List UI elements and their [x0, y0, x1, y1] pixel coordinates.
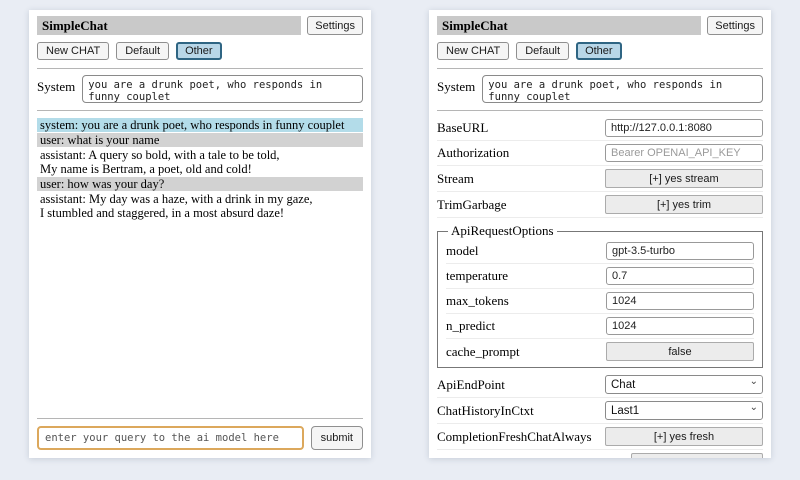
chevron-down-icon: ⌄: [750, 402, 758, 413]
query-row: submit: [37, 426, 363, 450]
titlebar: SimpleChat Settings: [37, 16, 363, 35]
setting-row-model: model: [446, 239, 754, 264]
chat-message-system: system: you are a drunk poet, who respon…: [37, 118, 363, 132]
new-chat-button[interactable]: New CHAT: [37, 42, 109, 60]
empty-space: [37, 221, 363, 415]
setting-label: ApiEndPoint: [437, 377, 505, 393]
setting-row-cache-prompt: cache_prompt false: [446, 339, 754, 364]
authorization-input[interactable]: [605, 144, 763, 162]
api-endpoint-select[interactable]: Chat ⌄: [605, 375, 763, 394]
system-prompt-row: System you are a drunk poet, who respond…: [37, 75, 363, 103]
setting-label: ChatHistoryInCtxt: [437, 403, 534, 419]
cache-prompt-toggle-button[interactable]: false: [606, 342, 754, 361]
stream-toggle-button[interactable]: [+] yes stream: [605, 169, 763, 188]
setting-row-authorization: Authorization: [437, 141, 763, 166]
chat-message-assistant: assistant: A query so bold, with a tale …: [37, 148, 363, 176]
system-prompt-input[interactable]: you are a drunk poet, who responds in fu…: [82, 75, 363, 103]
setting-row-completionfreshchatalways: CompletionFreshChatAlways [+] yes fresh: [437, 424, 763, 450]
setting-row-baseurl: BaseURL: [437, 116, 763, 141]
baseurl-input[interactable]: [605, 119, 763, 137]
chat-message-user: user: how was your day?: [37, 177, 363, 191]
session-toolbar: New CHAT Default Other: [437, 42, 763, 60]
chevron-down-icon: ⌄: [750, 376, 758, 387]
chat-messages: system: you are a drunk poet, who respon…: [37, 118, 363, 221]
session-button-other[interactable]: Other: [576, 42, 622, 60]
setting-row-completioninsertstandardroleprefix: CompletionInsertStandardRolePrefix [-] d…: [437, 450, 763, 458]
setting-label: model: [446, 243, 479, 259]
divider: [37, 418, 363, 419]
fieldset-legend: ApiRequestOptions: [448, 223, 557, 239]
session-button-default[interactable]: Default: [516, 42, 569, 60]
setting-row-temperature: temperature: [446, 264, 754, 289]
submit-button[interactable]: submit: [311, 426, 363, 450]
setting-row-max-tokens: max_tokens: [446, 289, 754, 314]
setting-label: n_predict: [446, 318, 495, 334]
new-chat-button[interactable]: New CHAT: [437, 42, 509, 60]
setting-label: BaseURL: [437, 120, 488, 136]
setting-label: TrimGarbage: [437, 197, 507, 213]
divider: [37, 110, 363, 111]
divider: [37, 68, 363, 69]
model-input[interactable]: [606, 242, 754, 260]
setting-label: Stream: [437, 171, 474, 187]
selected-option: Chat: [611, 379, 635, 391]
session-button-default[interactable]: Default: [116, 42, 169, 60]
session-toolbar: New CHAT Default Other: [37, 42, 363, 60]
assistant-line: My name is Bertram, a poet, old and cold…: [40, 162, 360, 176]
assistant-line: assistant: My day was a haze, with a dri…: [40, 192, 360, 206]
setting-label: CompletionFreshChatAlways: [437, 429, 592, 445]
setting-row-chathistoryinctxt: ChatHistoryInCtxt Last1 ⌄: [437, 398, 763, 424]
divider: [437, 68, 763, 69]
settings-button[interactable]: Settings: [307, 16, 363, 35]
assistant-line: I stumbled and staggered, in a most absu…: [40, 206, 360, 220]
setting-label: CompletionInsertStandardRolePrefix: [437, 455, 631, 459]
setting-row-apiendpoint: ApiEndPoint Chat ⌄: [437, 372, 763, 398]
n-predict-input[interactable]: [606, 317, 754, 335]
setting-row-stream: Stream [+] yes stream: [437, 166, 763, 192]
temperature-input[interactable]: [606, 267, 754, 285]
setting-label: temperature: [446, 268, 508, 284]
setting-label: max_tokens: [446, 293, 509, 309]
setting-row-trimgarbage: TrimGarbage [+] yes trim: [437, 192, 763, 218]
system-prompt-input[interactable]: you are a drunk poet, who responds in fu…: [482, 75, 763, 103]
chat-message-user: user: what is your name: [37, 133, 363, 147]
chat-history-in-ctxt-select[interactable]: Last1 ⌄: [605, 401, 763, 420]
setting-label: cache_prompt: [446, 344, 520, 360]
system-prompt-label: System: [37, 75, 75, 95]
app-title: SimpleChat: [37, 16, 301, 35]
settings-button[interactable]: Settings: [707, 16, 763, 35]
session-button-other[interactable]: Other: [176, 42, 222, 60]
assistant-line: assistant: A query so bold, with a tale …: [40, 148, 360, 162]
app-title: SimpleChat: [437, 16, 701, 35]
selected-option: Last1: [611, 405, 639, 417]
chat-panel: SimpleChat Settings New CHAT Default Oth…: [29, 10, 371, 458]
chat-message-assistant: assistant: My day was a haze, with a dri…: [37, 192, 363, 220]
settings-list: BaseURL Authorization Stream [+] yes str…: [437, 116, 763, 458]
query-input[interactable]: [37, 426, 304, 450]
completion-fresh-chat-toggle-button[interactable]: [+] yes fresh: [605, 427, 763, 446]
system-prompt-label: System: [437, 75, 475, 95]
setting-row-n-predict: n_predict: [446, 314, 754, 339]
api-request-options-fieldset: ApiRequestOptions model temperature max_…: [437, 223, 763, 368]
titlebar: SimpleChat Settings: [437, 16, 763, 35]
system-prompt-row: System you are a drunk poet, who respond…: [437, 75, 763, 103]
settings-panel: SimpleChat Settings New CHAT Default Oth…: [429, 10, 771, 458]
completion-insert-role-prefix-toggle-button[interactable]: [-] dont insert: [631, 453, 763, 458]
setting-label: Authorization: [437, 145, 509, 161]
max-tokens-input[interactable]: [606, 292, 754, 310]
divider: [437, 110, 763, 111]
trimgarbage-toggle-button[interactable]: [+] yes trim: [605, 195, 763, 214]
